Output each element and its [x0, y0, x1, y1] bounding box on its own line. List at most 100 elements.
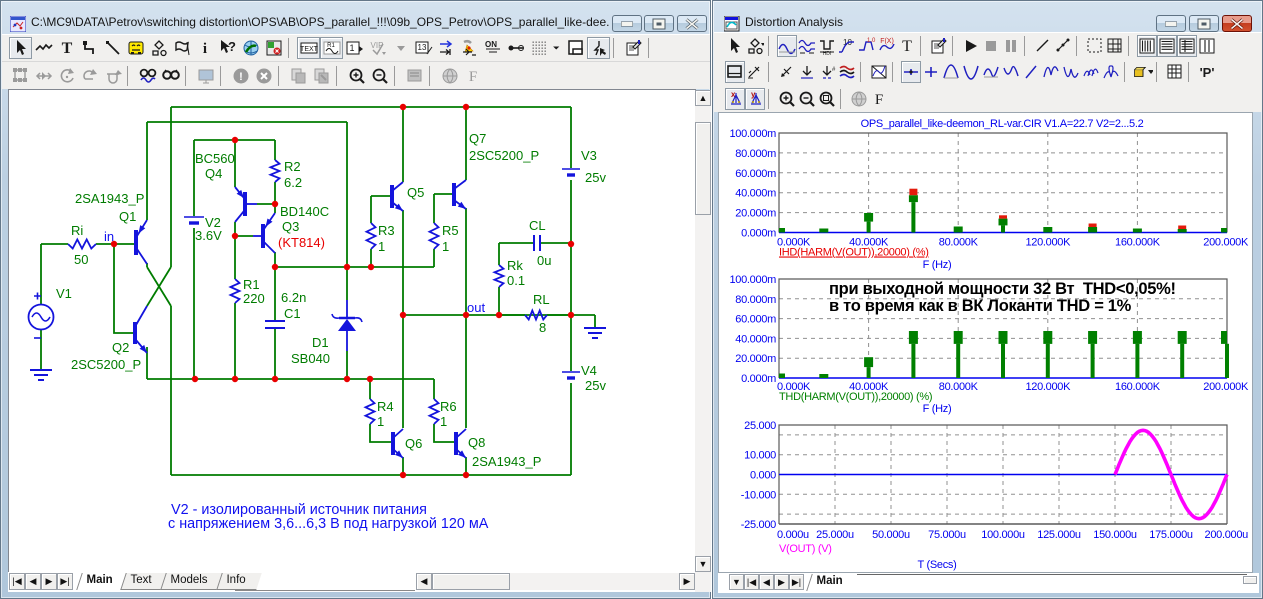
svg-text:RL: RL [533, 292, 550, 307]
svg-text:3.6V: 3.6V [195, 228, 222, 243]
svg-text:ON: ON [485, 40, 497, 49]
svg-text:-25.000: -25.000 [741, 519, 776, 531]
svg-text:25v: 25v [585, 378, 606, 393]
svg-text:200.000u: 200.000u [1205, 529, 1249, 541]
svg-text:F(X): F(X) [880, 38, 894, 45]
svg-text:1: 1 [378, 239, 385, 254]
svg-text:с напряжением 3,6...6,3 В под: с напряжением 3,6...6,3 В под нагрузкой … [168, 516, 489, 532]
svg-text:TEXT: TEXT [300, 46, 318, 53]
svg-text:0.000m: 0.000m [741, 373, 776, 385]
svg-text:25.000: 25.000 [744, 420, 776, 432]
svg-text:60.000m: 60.000m [735, 168, 776, 180]
svg-text:0.000u: 0.000u [777, 529, 809, 541]
svg-text:50: 50 [74, 252, 88, 267]
svg-text:R1: R1 [243, 277, 260, 292]
svg-text:Rk: Rk [507, 258, 523, 273]
svg-text:8: 8 [539, 320, 546, 335]
svg-text:40.000m: 40.000m [735, 188, 776, 200]
svg-text:2SC5200_P: 2SC5200_P [469, 148, 539, 163]
svg-text:80.000K: 80.000K [939, 381, 979, 393]
svg-text:120.000K: 120.000K [1025, 381, 1071, 393]
svg-text:OPS_parallel_like-deemon_RL-va: OPS_parallel_like-deemon_RL-var.CIR V1.A… [861, 118, 1144, 130]
svg-text:160.000K: 160.000K [1115, 381, 1161, 393]
svg-text:100.000m: 100.000m [729, 128, 776, 140]
svg-text:F (Hz): F (Hz) [923, 403, 952, 415]
svg-text:80.000K: 80.000K [939, 237, 979, 249]
svg-text:Ri: Ri [71, 223, 83, 238]
svg-text:R6: R6 [440, 399, 457, 414]
svg-text:2SC5200_P: 2SC5200_P [71, 357, 141, 372]
svg-text:T (Secs): T (Secs) [918, 559, 957, 571]
svg-text:i: i [202, 41, 206, 57]
svg-text:#: # [832, 67, 836, 73]
svg-text:10.000: 10.000 [744, 450, 776, 462]
svg-text:F (Hz): F (Hz) [923, 259, 952, 271]
svg-text:0.1: 0.1 [507, 273, 525, 288]
svg-text:Q1: Q1 [119, 209, 136, 224]
svg-text:1: 1 [349, 43, 354, 53]
svg-text:Q2: Q2 [112, 340, 129, 355]
svg-text:0.000m: 0.000m [741, 228, 776, 240]
svg-text:80.000m: 80.000m [735, 148, 776, 160]
svg-text:125.000u: 125.000u [1037, 529, 1081, 541]
svg-text:R5: R5 [442, 223, 459, 238]
svg-text:!: ! [239, 71, 243, 83]
svg-text:HDI: HDI [823, 51, 832, 55]
svg-text:Q5: Q5 [407, 185, 424, 200]
svg-text:25v: 25v [585, 170, 606, 185]
svg-text:THD(HARM(V(OUT)),20000) (%): THD(HARM(V(OUT)),20000) (%) [779, 391, 932, 403]
svg-text:SB040: SB040 [291, 351, 330, 366]
svg-text:V(OUT) (V): V(OUT) (V) [779, 543, 832, 555]
svg-text:BC560: BC560 [195, 151, 235, 166]
svg-text:F: F [468, 69, 476, 85]
svg-text:в то время как в ВК Локанти TH: в то время как в ВК Локанти THD = 1% [829, 297, 1132, 315]
svg-text:40.000m: 40.000m [735, 333, 776, 345]
svg-text:1: 1 [440, 414, 447, 429]
svg-text:(KT814): (KT814) [278, 235, 325, 250]
svg-text:T: T [902, 38, 912, 55]
svg-text:Q4: Q4 [205, 166, 222, 181]
svg-text:220: 220 [243, 291, 265, 306]
svg-text:1: 1 [442, 239, 449, 254]
svg-text:6.2: 6.2 [284, 175, 302, 190]
svg-text:1.0: 1.0 [867, 38, 876, 44]
svg-text:13: 13 [417, 43, 426, 52]
svg-text:out: out [467, 300, 485, 315]
svg-text:1: 1 [377, 414, 384, 429]
svg-text:BD140C: BD140C [280, 204, 329, 219]
svg-text:Q7: Q7 [469, 131, 486, 146]
svg-text:in: in [104, 229, 114, 244]
svg-text:100.000u: 100.000u [981, 529, 1025, 541]
svg-text:100.000m: 100.000m [729, 274, 776, 286]
svg-text:200.000K: 200.000K [1203, 381, 1249, 393]
svg-text:20.000m: 20.000m [735, 208, 776, 220]
svg-text:75.000u: 75.000u [928, 529, 966, 541]
svg-text:V4: V4 [581, 363, 597, 378]
svg-text:R4: R4 [377, 399, 394, 414]
svg-text:R3: R3 [378, 223, 395, 238]
svg-text:R2: R2 [284, 159, 301, 174]
svg-text:?: ? [228, 39, 236, 54]
svg-text:25.000u: 25.000u [816, 529, 854, 541]
svg-text:80.000m: 80.000m [735, 294, 776, 306]
svg-text:60.000m: 60.000m [735, 314, 776, 326]
svg-text:Q3: Q3 [282, 219, 299, 234]
svg-text:V1: V1 [56, 286, 72, 301]
svg-text:160.000K: 160.000K [1115, 237, 1161, 249]
svg-text:D1: D1 [312, 335, 329, 350]
svg-text:F: F [875, 92, 883, 108]
svg-text:200.000K: 200.000K [1203, 237, 1249, 249]
svg-text:'P': 'P' [1200, 65, 1215, 80]
svg-text:175.000u: 175.000u [1149, 529, 1193, 541]
svg-text:150.000u: 150.000u [1093, 529, 1137, 541]
svg-text:2SA1943_P: 2SA1943_P [75, 191, 144, 206]
svg-text:2SA1943_P: 2SA1943_P [472, 454, 541, 469]
svg-text:C1: C1 [284, 306, 301, 321]
svg-text:IHD(HARM(V(OUT)),20000) (%): IHD(HARM(V(OUT)),20000) (%) [779, 247, 929, 259]
svg-text:20.000m: 20.000m [735, 353, 776, 365]
svg-text:-10.000: -10.000 [741, 489, 776, 501]
svg-text:120.000K: 120.000K [1025, 237, 1071, 249]
svg-text:при выходной мощности 32 Вт T: при выходной мощности 32 Вт THD<0,05%! [829, 280, 1176, 298]
svg-text:0.000: 0.000 [750, 470, 776, 482]
svg-text:CL: CL [529, 218, 546, 233]
